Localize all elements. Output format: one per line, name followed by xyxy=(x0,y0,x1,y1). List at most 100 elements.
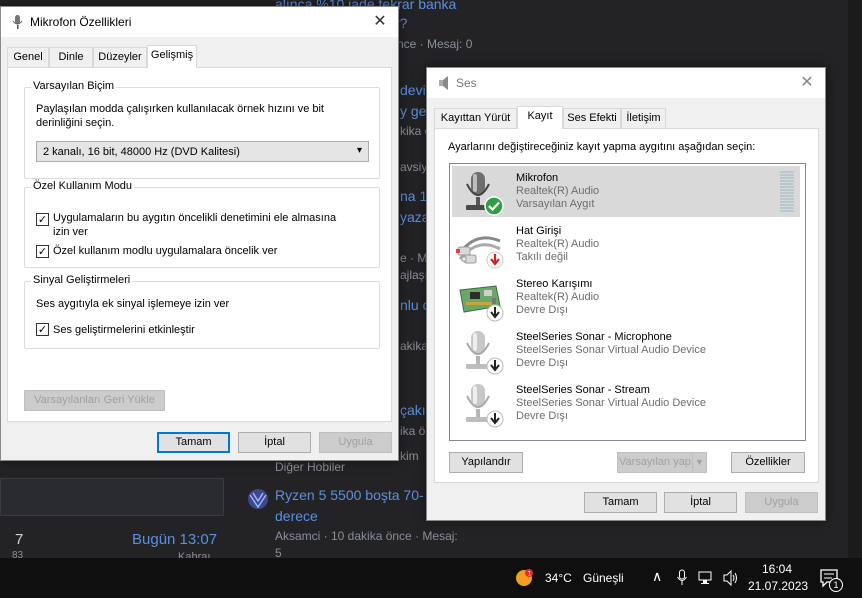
notification-count: 1 xyxy=(833,580,839,590)
forum-thread-meta: avsiy xyxy=(400,160,428,174)
forum-thread-title[interactable]: na 1 xyxy=(400,188,427,204)
sound-dialog: Ses ✕ Kayıttan Yürüt Kayıt Ses Efekti İl… xyxy=(426,67,826,521)
properties-button[interactable]: Özellikler xyxy=(731,452,805,473)
device-status: Devre Dışı xyxy=(516,410,568,422)
forum-thread-title[interactable]: Ryzen 5 5500 boşta 70- xyxy=(275,487,424,503)
device-item-sonar-stream[interactable]: SteelSeries Sonar - Stream SteelSeries S… xyxy=(452,378,800,429)
clock-date[interactable]: 21.07.2023 xyxy=(748,579,808,593)
recording-tab-panel: Ayarlarını değiştireceğiniz kayıt yapma … xyxy=(434,128,819,483)
window-title: Mikrofon Özellikleri xyxy=(30,15,132,29)
notification-count-badge: 1 xyxy=(829,578,843,592)
forum-thread-title[interactable]: derece xyxy=(275,508,318,524)
exclusive-control-checkbox[interactable]: ✓ xyxy=(36,213,49,226)
exclusive-priority-checkbox[interactable]: ✓ xyxy=(36,245,49,258)
advanced-tab-panel: Varsayılan Biçim Paylaşılan modda çalışı… xyxy=(7,67,392,422)
device-driver: Realtek(R) Audio xyxy=(516,185,600,197)
tab-sound-effects[interactable]: Ses Efekti xyxy=(563,108,621,128)
forum-category[interactable]: Diğer Hobiler xyxy=(275,460,345,474)
device-item-microphone[interactable]: Mikrofon Realtek(R) Audio Varsayılan Ayg… xyxy=(452,166,800,217)
default-format-description: derinliğini seçin. xyxy=(36,117,115,129)
cancel-button[interactable]: İptal xyxy=(664,492,737,513)
device-item-sonar-microphone[interactable]: SteelSeries Sonar - Microphone SteelSeri… xyxy=(452,325,800,376)
speaker-icon xyxy=(437,75,451,91)
forum-reply-count: 7 xyxy=(15,531,24,548)
exclusive-control-label: izin ver xyxy=(53,226,88,238)
device-driver: SteelSeries Sonar Virtual Audio Device xyxy=(516,344,706,356)
tab-advanced[interactable]: Gelişmiş xyxy=(147,45,197,68)
forum-thread-meta: ajlaşı xyxy=(400,268,429,282)
device-driver: SteelSeries Sonar Virtual Audio Device xyxy=(516,397,706,409)
down-arrow-icon xyxy=(486,304,504,322)
forum-side-panel xyxy=(0,478,224,516)
device-item-line-in[interactable]: Hat Girişi Realtek(R) Audio Takılı değil xyxy=(452,219,800,270)
forum-thread-meta: ika ö xyxy=(400,424,426,438)
taskbar: 1 34°C Güneşli ∧ 16:04 21.07.2023 1 xyxy=(0,558,862,598)
ok-button[interactable]: Tamam xyxy=(584,492,657,513)
cancel-button[interactable]: İptal xyxy=(238,432,311,453)
group-title: Sinyal Geliştirmeleri xyxy=(31,274,133,286)
chevron-up-icon[interactable]: ∧ xyxy=(652,568,662,585)
forum-thread-meta: kim xyxy=(400,449,419,463)
level-meter xyxy=(780,171,794,213)
volume-icon[interactable] xyxy=(722,569,740,587)
enable-enhancements-checkbox[interactable]: ✓ xyxy=(36,323,49,336)
sample-rate-select[interactable]: 2 kanalı, 16 bit, 48000 Hz (DVD Kalitesi… xyxy=(36,141,369,162)
close-button[interactable]: ✕ xyxy=(789,68,825,98)
forum-last-post-time[interactable]: Bugün 13:07 xyxy=(132,531,217,548)
microphone-tray-icon[interactable] xyxy=(676,569,688,587)
signal-enhancements-group: Sinyal Geliştirmeleri xyxy=(24,274,380,349)
close-button[interactable]: ✕ xyxy=(362,7,398,37)
configure-button[interactable]: Yapılandır xyxy=(449,452,523,473)
title-bar[interactable]: Ses ✕ xyxy=(427,68,825,98)
exclusive-control-label: Uygulamaların bu aygıtın öncelikli denet… xyxy=(53,212,337,224)
tab-recording[interactable]: Kayıt xyxy=(517,106,563,129)
enhancements-description: Ses aygıtıyla ek sinyal işlemeye izin ve… xyxy=(36,298,230,310)
tab-playback[interactable]: Kayıttan Yürüt xyxy=(434,108,517,128)
device-driver: Realtek(R) Audio xyxy=(516,238,600,250)
down-arrow-icon xyxy=(486,410,504,428)
chevron-down-icon[interactable]: ▼ xyxy=(692,453,706,472)
tab-general[interactable]: Genel xyxy=(7,47,49,67)
device-name: Mikrofon xyxy=(516,172,559,184)
sun-weather-icon[interactable]: 1 xyxy=(514,568,534,588)
recording-device-list[interactable]: Mikrofon Realtek(R) Audio Varsayılan Ayg… xyxy=(449,163,806,441)
enable-enhancements-label: Ses geliştirmelerini etkinleştir xyxy=(53,324,195,336)
tab-communications[interactable]: İletişim xyxy=(621,108,666,128)
down-arrow-icon xyxy=(486,357,504,375)
restore-defaults-button[interactable]: Varsayılanları Geri Yükle xyxy=(24,390,165,411)
microphone-properties-dialog: Mikrofon Özellikleri ✕ Genel Dinle Düzey… xyxy=(0,6,399,461)
device-name: SteelSeries Sonar - Microphone xyxy=(516,331,672,343)
ok-button[interactable]: Tamam xyxy=(157,432,230,453)
title-bar[interactable]: Mikrofon Özellikleri ✕ xyxy=(1,7,398,37)
microphone-icon xyxy=(11,14,25,30)
tab-levels[interactable]: Düzeyler xyxy=(93,47,147,67)
sample-rate-value: 2 kanalı, 16 bit, 48000 Hz (DVD Kalitesi… xyxy=(43,146,240,158)
device-name: SteelSeries Sonar - Stream xyxy=(516,384,650,396)
group-title: Özel Kullanım Modu xyxy=(31,180,135,192)
instruction-text: Ayarlarını değiştireceğiniz kayıt yapma … xyxy=(448,141,756,153)
network-icon[interactable] xyxy=(698,570,714,586)
clock-time[interactable]: 16:04 xyxy=(762,562,792,576)
set-default-label: Varsayılan yap xyxy=(619,456,691,468)
device-status: Devre Dışı xyxy=(516,357,568,369)
svg-text:1: 1 xyxy=(528,571,532,578)
weather-description[interactable]: Güneşli xyxy=(583,571,624,585)
default-format-description: Paylaşılan modda çalışırken kullanılacak… xyxy=(36,103,324,115)
forum-thread-title[interactable]: devi xyxy=(400,82,426,98)
device-status: Takılı değil xyxy=(516,251,568,263)
default-format-group: Varsayılan Biçim xyxy=(24,80,380,179)
forum-user-avatar[interactable] xyxy=(246,487,270,511)
forum-thread-meta: e · M xyxy=(400,251,428,265)
device-item-stereo-mix[interactable]: Stereo Karışımı Realtek(R) Audio Devre D… xyxy=(452,272,800,323)
apply-button[interactable]: Uygula xyxy=(745,492,818,513)
device-status: Varsayılan Aygıt xyxy=(516,198,595,210)
device-status: Devre Dışı xyxy=(516,304,568,316)
page-scrollbar[interactable] xyxy=(848,0,862,558)
forum-thread-title[interactable]: y ge xyxy=(400,103,426,119)
apply-button[interactable]: Uygula xyxy=(319,432,392,453)
device-name: Hat Girişi xyxy=(516,225,562,237)
tab-listen[interactable]: Dinle xyxy=(49,47,93,67)
weather-temperature[interactable]: 34°C xyxy=(545,571,572,585)
group-title: Varsayılan Biçim xyxy=(31,80,117,92)
set-default-button[interactable]: Varsayılan yap ▼ xyxy=(617,452,707,473)
